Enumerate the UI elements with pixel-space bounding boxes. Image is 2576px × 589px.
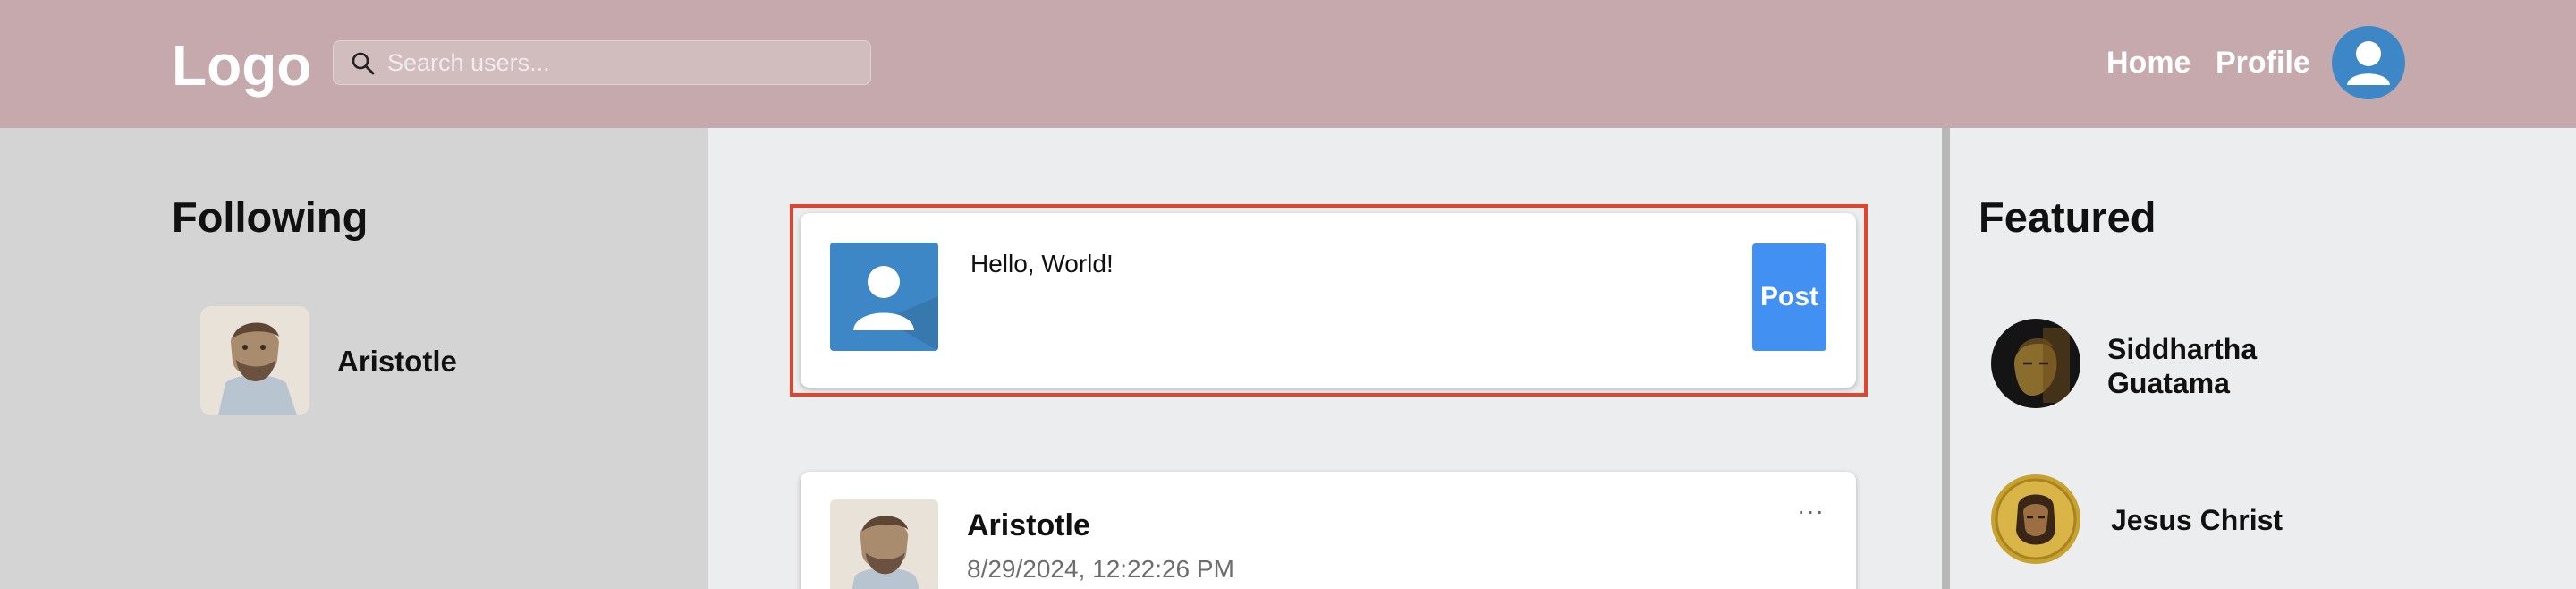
composer-avatar [830,243,938,351]
post-button[interactable]: Post [1752,243,1826,351]
search-input[interactable] [387,41,852,84]
aristotle-avatar [200,306,309,415]
post-options-icon[interactable]: ··· [1797,499,1825,524]
column-divider [1942,128,1950,589]
user-icon [853,266,938,351]
following-item[interactable]: Aristotle [200,306,576,415]
search-icon [352,52,375,75]
composer-input[interactable]: Hello, World! [970,249,1114,279]
following-heading: Following [172,193,369,241]
user-icon [2347,41,2390,85]
featured-item-name: Siddhartha Guatama [2107,333,2258,399]
post-timestamp: 8/29/2024, 12:22:26 PM [967,555,1234,583]
featured-item[interactable]: Siddhartha Guatama [1991,319,2492,412]
top-navbar: Logo Home Profile [0,0,2576,128]
post-card: Aristotle 8/29/2024, 12:22:26 PM ··· [801,472,1856,589]
post-author-avatar[interactable] [830,499,938,589]
post-author-name[interactable]: Aristotle [967,508,1090,543]
aristotle-portrait-icon [830,499,938,589]
featured-item-name: Jesus Christ [2111,504,2284,536]
featured-item[interactable]: Jesus Christ [1991,474,2492,568]
jesus-avatar [1991,474,2080,564]
following-item-name: Aristotle [337,345,457,378]
search-bar[interactable] [333,40,871,85]
post-composer: Hello, World! Post [801,213,1856,388]
logo[interactable]: Logo [172,34,311,97]
buddha-portrait-icon [1991,319,2080,408]
siddhartha-avatar [1991,319,2080,408]
user-avatar-button[interactable] [2332,26,2405,99]
featured-heading: Featured [1979,193,2157,241]
nav-home-link[interactable]: Home [2106,43,2190,82]
icon-portrait-icon [1991,474,2080,564]
nav-profile-link[interactable]: Profile [2216,43,2310,82]
aristotle-portrait-icon [200,306,309,415]
